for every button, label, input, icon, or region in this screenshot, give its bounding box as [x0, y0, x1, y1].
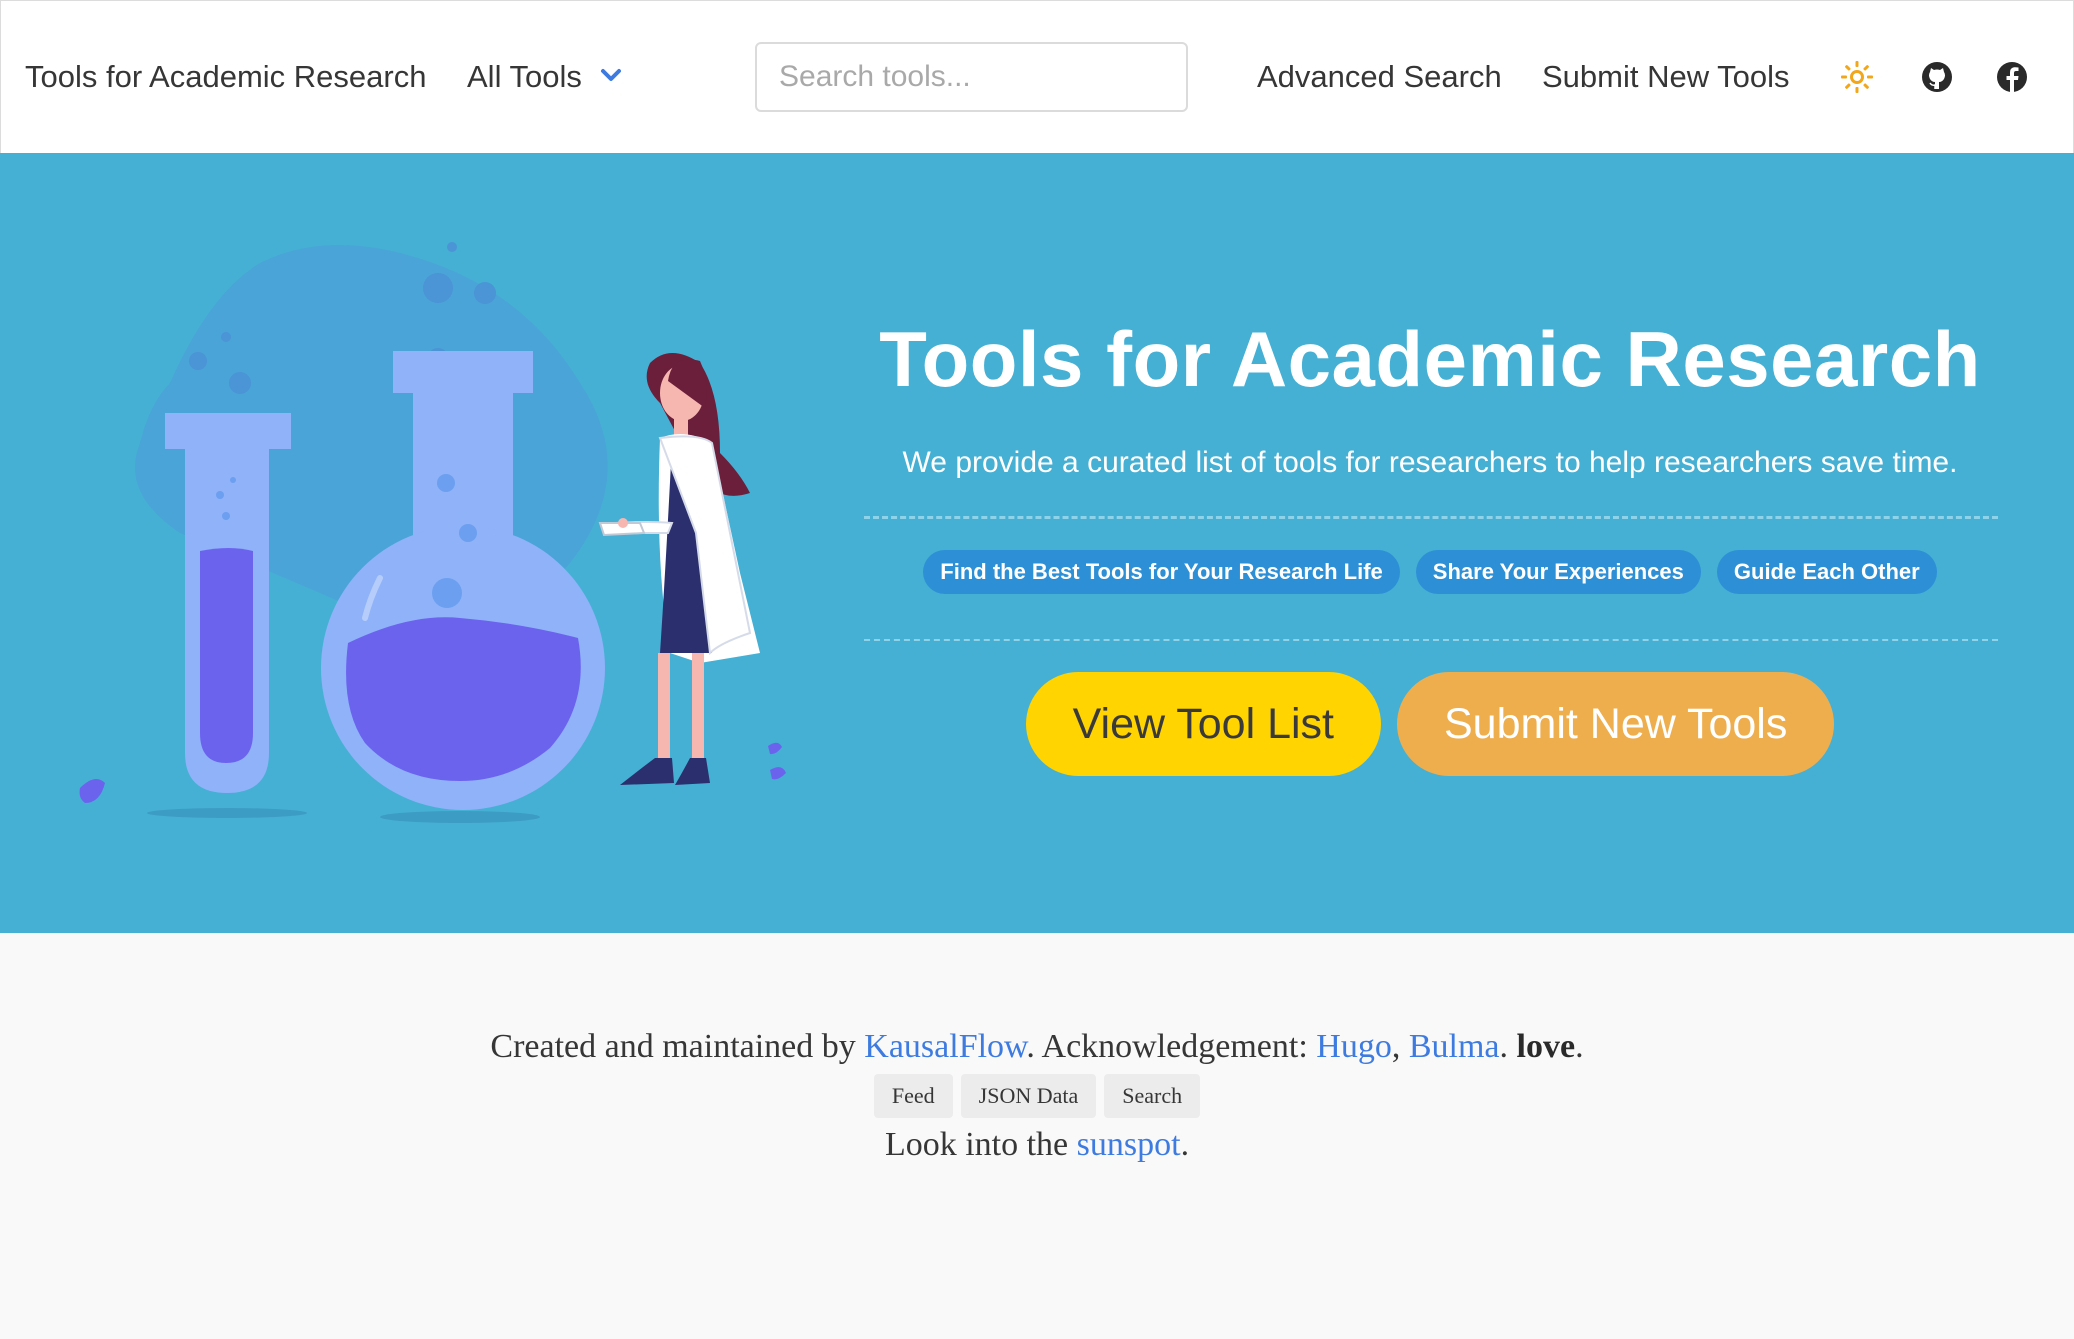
all-tools-label: All Tools	[467, 59, 582, 94]
json-data-link[interactable]: JSON Data	[960, 1074, 1097, 1118]
end-text: .	[1575, 1028, 1584, 1065]
footer-sunspot: Look into the sunspot.	[0, 1122, 2074, 1168]
tag-guide-each-other: Guide Each Other	[1716, 550, 1937, 594]
sunspot-link[interactable]: sunspot	[1077, 1126, 1181, 1163]
footer-links: Feed JSON Data Search	[0, 1074, 2074, 1118]
footer: Created and maintained by KausalFlow. Ac…	[0, 933, 2074, 1339]
ack-text: . Acknowledgement:	[1026, 1028, 1317, 1065]
advanced-search-link[interactable]: Advanced Search	[1257, 57, 1502, 97]
look-end-text: .	[1180, 1126, 1190, 1163]
search-link[interactable]: Search	[1104, 1074, 1201, 1118]
tag-find-best-tools: Find the Best Tools for Your Research Li…	[923, 550, 1400, 594]
tag-list: Find the Best Tools for Your Research Li…	[860, 550, 2000, 594]
look-text: Look into the	[884, 1126, 1077, 1163]
kausalflow-link[interactable]: KausalFlow	[864, 1028, 1026, 1065]
search-input[interactable]	[755, 42, 1188, 112]
sun-icon[interactable]	[1839, 59, 1875, 95]
chevron-down-icon	[600, 68, 621, 81]
dot-text: .	[1499, 1028, 1517, 1065]
view-tool-list-button[interactable]: View Tool List	[1025, 672, 1381, 776]
hero-buttons: View Tool List Submit New Tools	[860, 672, 2000, 776]
divider-top	[864, 516, 1998, 519]
hugo-link[interactable]: Hugo	[1316, 1028, 1392, 1065]
divider-bottom	[864, 639, 1998, 641]
bulma-link[interactable]: Bulma	[1409, 1028, 1500, 1065]
tag-share-experiences: Share Your Experiences	[1415, 550, 1701, 594]
feed-link[interactable]: Feed	[873, 1074, 953, 1118]
hero-section: Tools for Academic Research We provide a…	[0, 153, 2074, 933]
hero-subtitle: We provide a curated list of tools for r…	[902, 446, 1958, 479]
submit-new-tools-button[interactable]: Submit New Tools	[1396, 672, 1835, 776]
submit-new-tools-link[interactable]: Submit New Tools	[1542, 57, 1790, 97]
footer-credits: Created and maintained by KausalFlow. Ac…	[0, 1024, 2074, 1070]
facebook-icon[interactable]	[1994, 59, 2030, 95]
navbar: Tools for Academic Research All Tools Ad…	[0, 0, 2074, 154]
comma-text: ,	[1391, 1028, 1409, 1065]
hero-title: Tools for Academic Research	[879, 315, 1981, 403]
love-text: love	[1516, 1028, 1576, 1065]
created-text: Created and maintained by	[490, 1028, 865, 1065]
all-tools-dropdown[interactable]: All Tools	[467, 57, 624, 97]
scientist-illustration	[79, 242, 786, 823]
brand-link[interactable]: Tools for Academic Research	[25, 57, 426, 97]
github-icon[interactable]	[1919, 59, 1955, 95]
